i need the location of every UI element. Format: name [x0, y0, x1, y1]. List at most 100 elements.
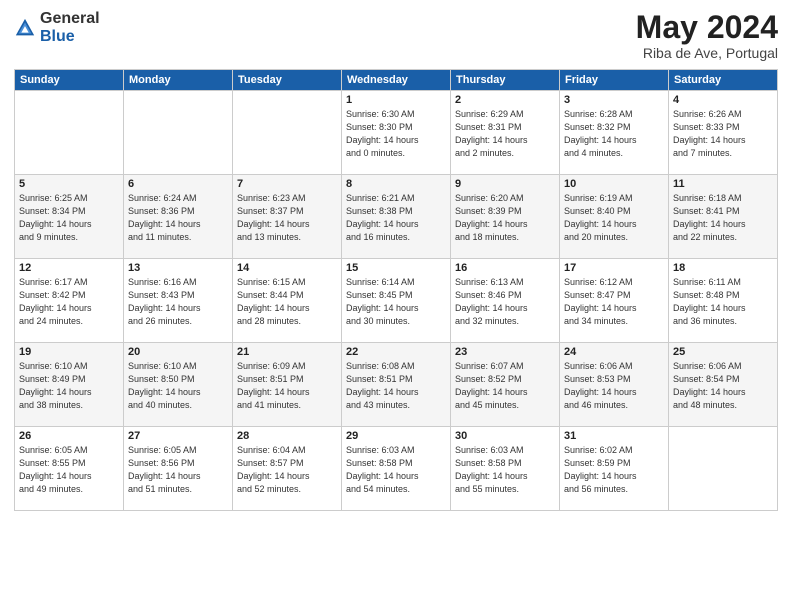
cell-info: Sunrise: 6:30 AMSunset: 8:30 PMDaylight:…: [346, 108, 446, 160]
day-number: 24: [564, 346, 664, 358]
calendar-cell: 5 Sunrise: 6:25 AMSunset: 8:34 PMDaylight…: [15, 175, 124, 259]
cell-info: Sunrise: 6:04 AMSunset: 8:57 PMDaylight:…: [237, 444, 337, 496]
header-monday: Monday: [124, 70, 233, 91]
header-wednesday: Wednesday: [342, 70, 451, 91]
cell-info: Sunrise: 6:13 AMSunset: 8:46 PMDaylight:…: [455, 276, 555, 328]
cell-info: Sunrise: 6:08 AMSunset: 8:51 PMDaylight:…: [346, 360, 446, 412]
day-number: 11: [673, 178, 773, 190]
day-number: 6: [128, 178, 228, 190]
day-number: 9: [455, 178, 555, 190]
day-number: 17: [564, 262, 664, 274]
day-number: 21: [237, 346, 337, 358]
calendar-table: Sunday Monday Tuesday Wednesday Thursday…: [14, 69, 778, 511]
calendar-cell: 14 Sunrise: 6:15 AMSunset: 8:44 PMDayligh…: [233, 259, 342, 343]
calendar-cell: 22 Sunrise: 6:08 AMSunset: 8:51 PMDayligh…: [342, 343, 451, 427]
cell-info: Sunrise: 6:26 AMSunset: 8:33 PMDaylight:…: [673, 108, 773, 160]
cell-info: Sunrise: 6:02 AMSunset: 8:59 PMDaylight:…: [564, 444, 664, 496]
cell-info: Sunrise: 6:17 AMSunset: 8:42 PMDaylight:…: [19, 276, 119, 328]
title-area: May 2024 Riba de Ave, Portugal: [636, 10, 778, 61]
calendar-cell: 26 Sunrise: 6:05 AMSunset: 8:55 PMDayligh…: [15, 427, 124, 511]
calendar-week-1: 1 Sunrise: 6:30 AMSunset: 8:30 PMDaylight…: [15, 91, 778, 175]
calendar-cell: 18Sunrise: 6:11 AMSunset: 8:48 PMDayligh…: [669, 259, 778, 343]
calendar-cell: [15, 91, 124, 175]
day-number: 5: [19, 178, 119, 190]
calendar-cell: 12 Sunrise: 6:17 AMSunset: 8:42 PMDayligh…: [15, 259, 124, 343]
calendar-cell: 20 Sunrise: 6:10 AMSunset: 8:50 PMDayligh…: [124, 343, 233, 427]
calendar-cell: 17 Sunrise: 6:12 AMSunset: 8:47 PMDayligh…: [560, 259, 669, 343]
calendar-cell: [124, 91, 233, 175]
calendar-cell: 27Sunrise: 6:05 AMSunset: 8:56 PMDayligh…: [124, 427, 233, 511]
cell-info: Sunrise: 6:03 AMSunset: 8:58 PMDaylight:…: [346, 444, 446, 496]
calendar-week-3: 12 Sunrise: 6:17 AMSunset: 8:42 PMDayligh…: [15, 259, 778, 343]
day-number: 12: [19, 262, 119, 274]
cell-info: Sunrise: 6:10 AMSunset: 8:50 PMDaylight:…: [128, 360, 228, 412]
calendar-cell: 3 Sunrise: 6:28 AMSunset: 8:32 PMDaylight…: [560, 91, 669, 175]
day-number: 2: [455, 94, 555, 106]
calendar-cell: 23 Sunrise: 6:07 AMSunset: 8:52 PMDayligh…: [451, 343, 560, 427]
calendar-cell: 7Sunrise: 6:23 AMSunset: 8:37 PMDaylight…: [233, 175, 342, 259]
cell-info: Sunrise: 6:28 AMSunset: 8:32 PMDaylight:…: [564, 108, 664, 160]
day-number: 26: [19, 430, 119, 442]
cell-info: Sunrise: 6:23 AMSunset: 8:37 PMDaylight:…: [237, 192, 337, 244]
day-number: 1: [346, 94, 446, 106]
cell-info: Sunrise: 6:15 AMSunset: 8:44 PMDaylight:…: [237, 276, 337, 328]
calendar-cell: 25 Sunrise: 6:06 AMSunset: 8:54 PMDayligh…: [669, 343, 778, 427]
calendar-cell: 19Sunrise: 6:10 AMSunset: 8:49 PMDayligh…: [15, 343, 124, 427]
day-number: 22: [346, 346, 446, 358]
calendar-cell: 10 Sunrise: 6:19 AMSunset: 8:40 PMDayligh…: [560, 175, 669, 259]
calendar-cell: 8 Sunrise: 6:21 AMSunset: 8:38 PMDaylight…: [342, 175, 451, 259]
logo-blue-text: Blue: [40, 28, 100, 46]
calendar-cell: 16 Sunrise: 6:13 AMSunset: 8:46 PMDayligh…: [451, 259, 560, 343]
cell-info: Sunrise: 6:06 AMSunset: 8:54 PMDaylight:…: [673, 360, 773, 412]
cell-info: Sunrise: 6:24 AMSunset: 8:36 PMDaylight:…: [128, 192, 228, 244]
calendar-cell: 4Sunrise: 6:26 AMSunset: 8:33 PMDaylight…: [669, 91, 778, 175]
day-number: 14: [237, 262, 337, 274]
weekday-header-row: Sunday Monday Tuesday Wednesday Thursday…: [15, 70, 778, 91]
calendar-week-2: 5 Sunrise: 6:25 AMSunset: 8:34 PMDaylight…: [15, 175, 778, 259]
day-number: 13: [128, 262, 228, 274]
cell-info: Sunrise: 6:12 AMSunset: 8:47 PMDaylight:…: [564, 276, 664, 328]
header-friday: Friday: [560, 70, 669, 91]
calendar-week-5: 26 Sunrise: 6:05 AMSunset: 8:55 PMDayligh…: [15, 427, 778, 511]
day-number: 25: [673, 346, 773, 358]
calendar-cell: [669, 427, 778, 511]
logo-icon: [14, 17, 36, 39]
cell-info: Sunrise: 6:05 AMSunset: 8:55 PMDaylight:…: [19, 444, 119, 496]
logo-text: General Blue: [40, 10, 100, 45]
calendar-cell: 1 Sunrise: 6:30 AMSunset: 8:30 PMDaylight…: [342, 91, 451, 175]
location-subtitle: Riba de Ave, Portugal: [636, 45, 778, 61]
cell-info: Sunrise: 6:11 AMSunset: 8:48 PMDaylight:…: [673, 276, 773, 328]
cell-info: Sunrise: 6:19 AMSunset: 8:40 PMDaylight:…: [564, 192, 664, 244]
page: General Blue May 2024 Riba de Ave, Portu…: [0, 0, 792, 612]
cell-info: Sunrise: 6:29 AMSunset: 8:31 PMDaylight:…: [455, 108, 555, 160]
day-number: 19: [19, 346, 119, 358]
day-number: 16: [455, 262, 555, 274]
header: General Blue May 2024 Riba de Ave, Portu…: [14, 10, 778, 61]
day-number: 8: [346, 178, 446, 190]
cell-info: Sunrise: 6:25 AMSunset: 8:34 PMDaylight:…: [19, 192, 119, 244]
day-number: 10: [564, 178, 664, 190]
calendar-cell: 11Sunrise: 6:18 AMSunset: 8:41 PMDayligh…: [669, 175, 778, 259]
cell-info: Sunrise: 6:20 AMSunset: 8:39 PMDaylight:…: [455, 192, 555, 244]
calendar-cell: 9 Sunrise: 6:20 AMSunset: 8:39 PMDaylight…: [451, 175, 560, 259]
cell-info: Sunrise: 6:03 AMSunset: 8:58 PMDaylight:…: [455, 444, 555, 496]
day-number: 29: [346, 430, 446, 442]
day-number: 23: [455, 346, 555, 358]
calendar-cell: 21 Sunrise: 6:09 AMSunset: 8:51 PMDayligh…: [233, 343, 342, 427]
header-saturday: Saturday: [669, 70, 778, 91]
day-number: 3: [564, 94, 664, 106]
cell-info: Sunrise: 6:21 AMSunset: 8:38 PMDaylight:…: [346, 192, 446, 244]
cell-info: Sunrise: 6:09 AMSunset: 8:51 PMDaylight:…: [237, 360, 337, 412]
calendar-cell: 29 Sunrise: 6:03 AMSunset: 8:58 PMDayligh…: [342, 427, 451, 511]
day-number: 15: [346, 262, 446, 274]
calendar-cell: 6 Sunrise: 6:24 AMSunset: 8:36 PMDaylight…: [124, 175, 233, 259]
cell-info: Sunrise: 6:06 AMSunset: 8:53 PMDaylight:…: [564, 360, 664, 412]
calendar-cell: 24 Sunrise: 6:06 AMSunset: 8:53 PMDayligh…: [560, 343, 669, 427]
header-tuesday: Tuesday: [233, 70, 342, 91]
month-title: May 2024: [636, 10, 778, 45]
day-number: 20: [128, 346, 228, 358]
calendar-cell: 31Sunrise: 6:02 AMSunset: 8:59 PMDayligh…: [560, 427, 669, 511]
header-sunday: Sunday: [15, 70, 124, 91]
logo-general-text: General: [40, 10, 100, 28]
cell-info: Sunrise: 6:07 AMSunset: 8:52 PMDaylight:…: [455, 360, 555, 412]
